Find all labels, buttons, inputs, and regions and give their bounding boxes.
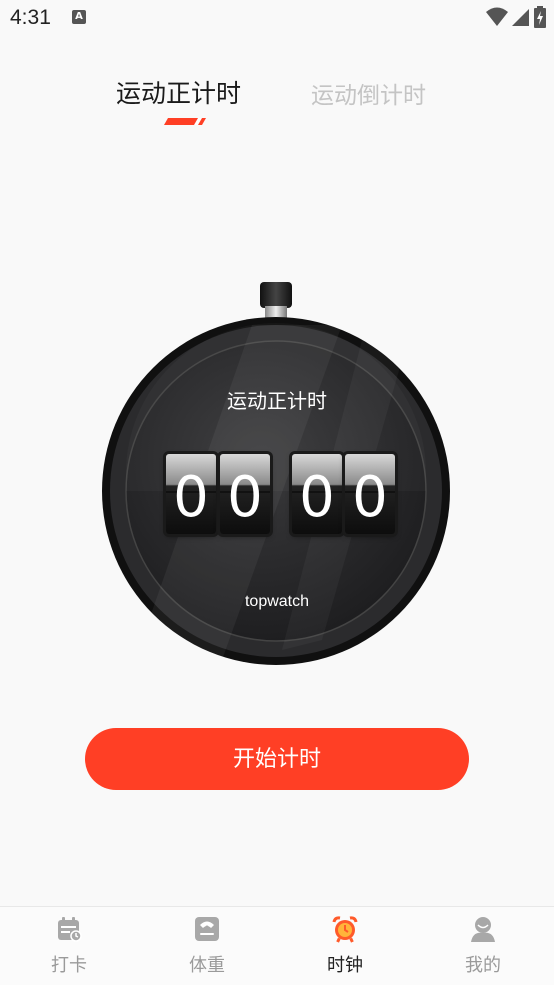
active-tab-indicator [164, 118, 206, 125]
nav-label-weight: 体重 [189, 955, 225, 976]
seconds-tens-digit: 0 [292, 454, 342, 534]
status-time: 4:31 [10, 6, 51, 29]
nav-label-clock: 时钟 [327, 955, 363, 976]
user-icon [471, 917, 495, 942]
start-timer-button[interactable]: 开始计时 [85, 728, 469, 790]
status-bar: 4:31 A [0, 0, 554, 36]
scale-icon [195, 917, 219, 941]
notification-icon: A [72, 10, 86, 24]
watch-title: 运动正计时 [227, 389, 327, 413]
watch-brand: topwatch [244, 593, 310, 610]
wifi-icon [486, 7, 508, 26]
bottom-nav: 打卡 体重 时钟 我的 [0, 906, 554, 985]
battery-icon [534, 6, 546, 28]
minutes-ones-digit: 0 [220, 454, 270, 534]
nav-item-checkin[interactable]: 打卡 [0, 907, 138, 985]
stopwatch: 运动正计时 0 0 0 0 topwatch [102, 280, 452, 670]
timer-tabs: 运动正计时 运动倒计时 [0, 70, 554, 130]
calendar-icon [58, 917, 82, 942]
nav-item-weight[interactable]: 体重 [138, 907, 276, 985]
tab-count-down[interactable]: 运动倒计时 [311, 76, 426, 110]
status-icons [486, 6, 546, 28]
timer-display: 0 0 0 0 [166, 454, 395, 536]
alarm-clock-icon [332, 916, 358, 943]
signal-icon [512, 9, 529, 26]
nav-label-checkin: 打卡 [51, 955, 87, 976]
nav-label-profile: 我的 [465, 955, 501, 976]
seconds-ones-digit: 0 [345, 454, 395, 534]
tab-count-up[interactable]: 运动正计时 [116, 74, 241, 110]
nav-item-clock[interactable]: 时钟 [276, 907, 414, 985]
nav-item-profile[interactable]: 我的 [414, 907, 552, 985]
minutes-tens-digit: 0 [166, 454, 216, 534]
